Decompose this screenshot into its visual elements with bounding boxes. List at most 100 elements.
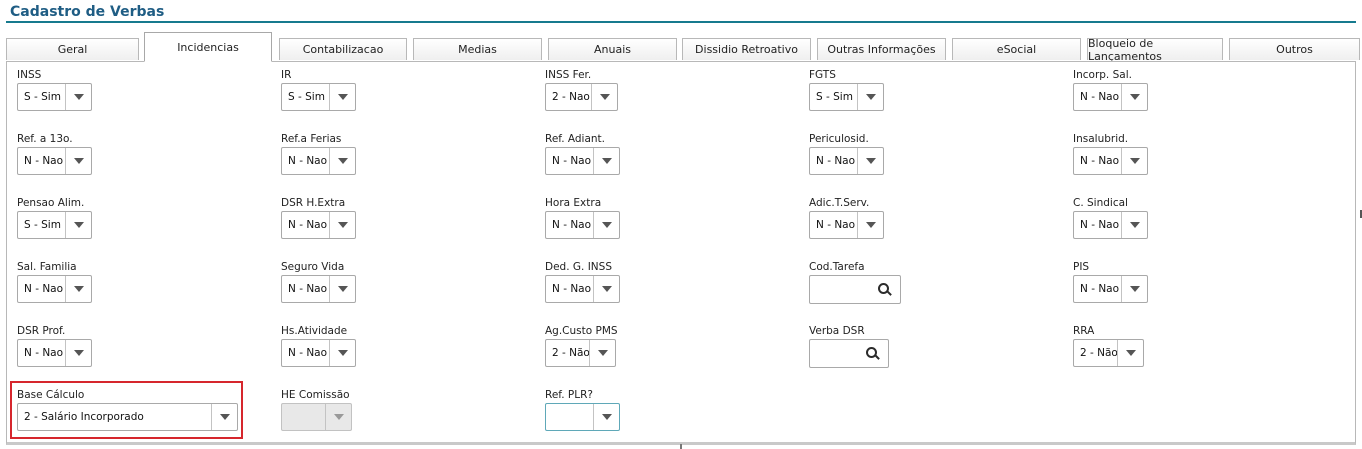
chevron-down-icon[interactable] <box>591 84 617 110</box>
chevron-down-icon[interactable] <box>1121 212 1147 238</box>
select-value: N - Nao <box>816 155 856 167</box>
adic-tserv-select[interactable]: N - Nao <box>809 211 884 239</box>
tab-anuais[interactable]: Anuais <box>548 38 677 60</box>
tab-dissidio-retroativo[interactable]: Dissidio Retroativo <box>682 38 811 60</box>
field-label: Insalubrid. <box>1073 133 1129 145</box>
select-value: 2 - Não <box>1080 347 1117 359</box>
dsr-prof-select[interactable]: N - Nao <box>17 339 92 367</box>
ag-custo-pms-select[interactable]: 2 - Não <box>545 339 616 367</box>
select-value: N - Nao <box>288 219 328 231</box>
tab-geral[interactable]: Geral <box>6 38 139 60</box>
chevron-down-icon[interactable] <box>857 148 883 174</box>
chevron-down-icon[interactable] <box>65 212 91 238</box>
chevron-down-icon[interactable] <box>593 212 619 238</box>
c-sindical-select[interactable]: N - Nao <box>1073 211 1148 239</box>
select-value: N - Nao <box>1080 219 1120 231</box>
field-hora-extra: Hora Extra N - Nao <box>545 196 620 239</box>
field-label: Ref.a Ferias <box>281 133 342 145</box>
search-icon[interactable] <box>878 282 892 297</box>
fgts-select[interactable]: S - Sim <box>809 83 884 111</box>
rra-select[interactable]: 2 - Não <box>1073 339 1144 367</box>
chevron-down-icon[interactable] <box>65 148 91 174</box>
field-base-calculo: Base Cálculo 2 - Salário Incorporado <box>17 388 238 431</box>
select-value: N - Nao <box>552 219 592 231</box>
field-c-sindical: C. Sindical N - Nao <box>1073 196 1148 239</box>
select-value: 2 - Salário Incorporado <box>24 411 144 423</box>
ref-ferias-select[interactable]: N - Nao <box>281 147 356 175</box>
field-label: Sal. Familia <box>17 261 77 273</box>
chevron-down-icon[interactable] <box>1121 148 1147 174</box>
ref-plr-select[interactable] <box>545 403 620 431</box>
chevron-down-icon[interactable] <box>329 212 355 238</box>
insalubrid-select[interactable]: N - Nao <box>1073 147 1148 175</box>
chevron-down-icon[interactable] <box>589 340 615 366</box>
select-value: N - Nao <box>288 283 328 295</box>
select-value: 2 - Não <box>552 347 589 359</box>
pis-select[interactable]: N - Nao <box>1073 275 1148 303</box>
chevron-down-icon[interactable] <box>329 340 355 366</box>
tab-outras-informacoes[interactable]: Outras Informações <box>817 38 946 60</box>
page-title: Cadastro de Verbas <box>10 4 165 20</box>
incorp-sal-select[interactable]: N - Nao <box>1073 83 1148 111</box>
select-value: N - Nao <box>552 155 592 167</box>
pensao-alim-select[interactable]: S - Sim <box>17 211 92 239</box>
field-dsr-prof: DSR Prof. N - Nao <box>17 324 92 367</box>
verba-dsr-input[interactable] <box>809 339 889 368</box>
field-label: PIS <box>1073 261 1090 273</box>
cod-tarefa-input[interactable] <box>809 275 901 304</box>
chevron-down-icon[interactable] <box>65 276 91 302</box>
hs-atividade-select[interactable]: N - Nao <box>281 339 356 367</box>
tab-contabilizacao[interactable]: Contabilizacao <box>279 38 407 60</box>
chevron-down-icon[interactable] <box>593 276 619 302</box>
select-value: N - Nao <box>1080 91 1120 103</box>
chevron-down-icon[interactable] <box>329 148 355 174</box>
tab-esocial[interactable]: eSocial <box>952 38 1081 60</box>
inss-select[interactable]: S - Sim <box>17 83 92 111</box>
field-label: Incorp. Sal. <box>1073 69 1132 81</box>
tab-outros[interactable]: Outros <box>1229 38 1360 60</box>
ref-adiant-select[interactable]: N - Nao <box>545 147 620 175</box>
chevron-down-icon[interactable] <box>211 404 237 430</box>
chevron-down-icon[interactable] <box>1121 276 1147 302</box>
search-icon[interactable] <box>866 346 880 361</box>
field-label: Hora Extra <box>545 197 602 209</box>
tab-bloqueio-lancamentos[interactable]: Bloqueio de Lançamentos <box>1087 37 1223 63</box>
field-label: Periculosid. <box>809 133 869 145</box>
chevron-down-icon[interactable] <box>857 212 883 238</box>
periculosid-select[interactable]: N - Nao <box>809 147 884 175</box>
hora-extra-select[interactable]: N - Nao <box>545 211 620 239</box>
chevron-down-icon[interactable] <box>593 404 619 430</box>
field-label: Seguro Vida <box>281 261 345 273</box>
chevron-down-icon[interactable] <box>329 276 355 302</box>
base-calculo-select[interactable]: 2 - Salário Incorporado <box>17 403 238 431</box>
tab-incidencias[interactable]: Incidencias <box>144 32 272 62</box>
field-hs-atividade: Hs.Atividade N - Nao <box>281 324 356 367</box>
field-inss-fer: INSS Fer. 2 - Nao <box>545 68 618 111</box>
chevron-down-icon[interactable] <box>1121 84 1147 110</box>
ref-13-select[interactable]: N - Nao <box>17 147 92 175</box>
ir-select[interactable]: S - Sim <box>281 83 356 111</box>
field-label: Ref. PLR? <box>545 389 593 401</box>
chevron-down-icon[interactable] <box>593 148 619 174</box>
field-ref-13: Ref. a 13o. N - Nao <box>17 132 92 175</box>
chevron-down-icon[interactable] <box>1117 340 1143 366</box>
field-label: Verba DSR <box>809 325 865 337</box>
chevron-down-icon[interactable] <box>65 340 91 366</box>
chevron-down-icon[interactable] <box>65 84 91 110</box>
tab-medias[interactable]: Medias <box>413 38 542 60</box>
select-value: S - Sim <box>816 91 853 103</box>
sal-familia-select[interactable]: N - Nao <box>17 275 92 303</box>
select-value: S - Sim <box>288 91 325 103</box>
inss-fer-select[interactable]: 2 - Nao <box>545 83 618 111</box>
dsr-hextra-select[interactable]: N - Nao <box>281 211 356 239</box>
chevron-down-icon[interactable] <box>857 84 883 110</box>
field-label: RRA <box>1073 325 1095 337</box>
field-label: Pensao Alim. <box>17 197 85 209</box>
select-value: N - Nao <box>24 283 64 295</box>
chevron-down-icon[interactable] <box>329 84 355 110</box>
field-label: INSS Fer. <box>545 69 592 81</box>
ded-g-inss-select[interactable]: N - Nao <box>545 275 620 303</box>
select-value: N - Nao <box>1080 283 1120 295</box>
seguro-vida-select[interactable]: N - Nao <box>281 275 356 303</box>
resize-handle[interactable] <box>680 444 682 449</box>
